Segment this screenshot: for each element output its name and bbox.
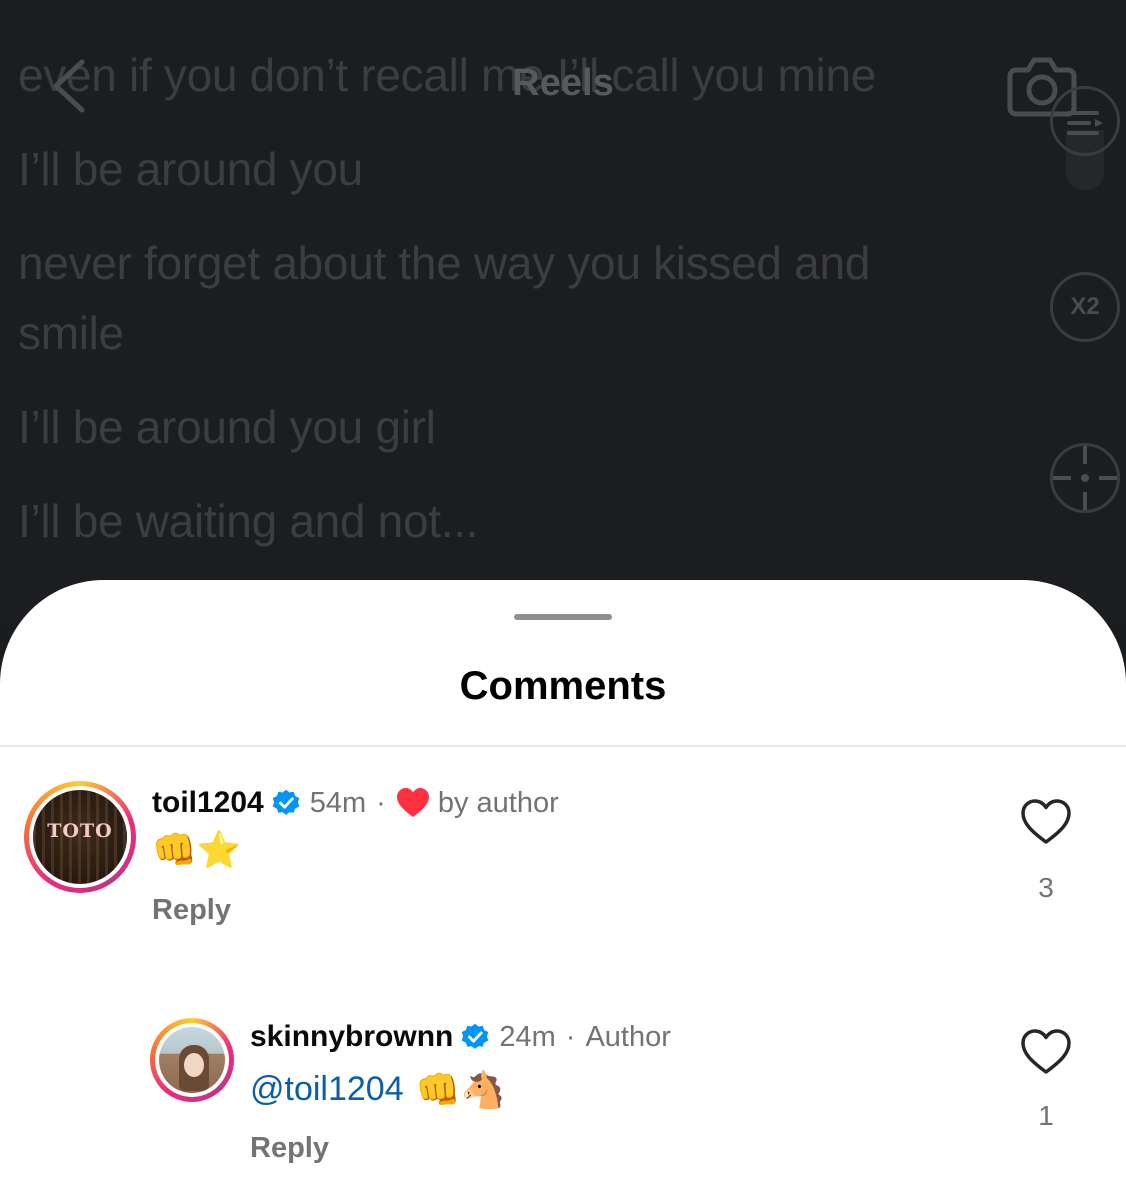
focus-target-button[interactable] (1050, 443, 1120, 513)
speed-label: X2 (1070, 293, 1100, 320)
avatar-image (159, 1027, 225, 1093)
comment-emojis: 👊⭐ (152, 829, 242, 870)
sheet-title: Comments (459, 664, 667, 708)
heart-icon[interactable] (1020, 1028, 1072, 1076)
comment-text: @toil1204 👊🐴 (250, 1070, 509, 1109)
lyrics-overlay: even if you don’t recall me I’ll call yo… (18, 40, 898, 556)
liked-heart-icon (396, 788, 429, 817)
captions-icon (1067, 111, 1103, 135)
author-tag: Author (585, 1020, 671, 1053)
like-count: 1 (1038, 1100, 1054, 1131)
comment-emojis: 👊🐴 (415, 1068, 506, 1110)
liked-by-author-label: by author (437, 786, 559, 819)
comment-text: 👊⭐ (152, 832, 246, 868)
comment-meta: skinnybrownn 24m · Author (250, 1020, 671, 1054)
separator-dot: · (376, 786, 386, 819)
comment-time: 24m (499, 1020, 556, 1053)
mention-link[interactable]: @toil1204 (250, 1070, 404, 1109)
reply-button[interactable]: Reply (152, 894, 231, 927)
comment-time: 54m (309, 786, 367, 819)
avatar-logo-text: TOTO (47, 820, 113, 842)
reply-button[interactable]: Reply (250, 1132, 329, 1165)
separator-dot: · (565, 1020, 576, 1053)
lyric-line: I’ll be around you (18, 143, 363, 195)
playback-speed-button[interactable]: X2 (1050, 272, 1120, 342)
chevron-left-icon (53, 59, 85, 113)
avatar[interactable] (150, 1018, 234, 1102)
like-count: 3 (1038, 872, 1054, 903)
avatar[interactable]: TOTO (24, 781, 136, 893)
verified-badge-icon (272, 789, 300, 815)
reel-background: even if you don’t recall me I’ll call yo… (0, 0, 1126, 620)
avatar-image: TOTO (33, 790, 127, 884)
crosshair-icon (1053, 446, 1117, 510)
lyric-line: I’ll be waiting and not... (18, 495, 479, 547)
username[interactable]: toil1204 (152, 786, 264, 820)
comment-meta: toil1204 54m · by author (152, 786, 559, 820)
verified-badge-icon (462, 1023, 489, 1049)
lyric-line: I’ll be around you girl (18, 401, 436, 453)
captions-toggle[interactable] (1050, 86, 1120, 156)
heart-icon[interactable] (1020, 798, 1072, 846)
comments-sheet: Comments TOTO toil1204 54m · by author 👊… (0, 580, 1126, 1200)
lyric-line: never forget about the way you kissed an… (18, 237, 871, 359)
divider (0, 745, 1126, 747)
page-title: Reels (512, 62, 614, 104)
sheet-grabber[interactable] (514, 614, 612, 620)
back-button[interactable] (50, 58, 90, 114)
username[interactable]: skinnybrownn (250, 1020, 453, 1054)
